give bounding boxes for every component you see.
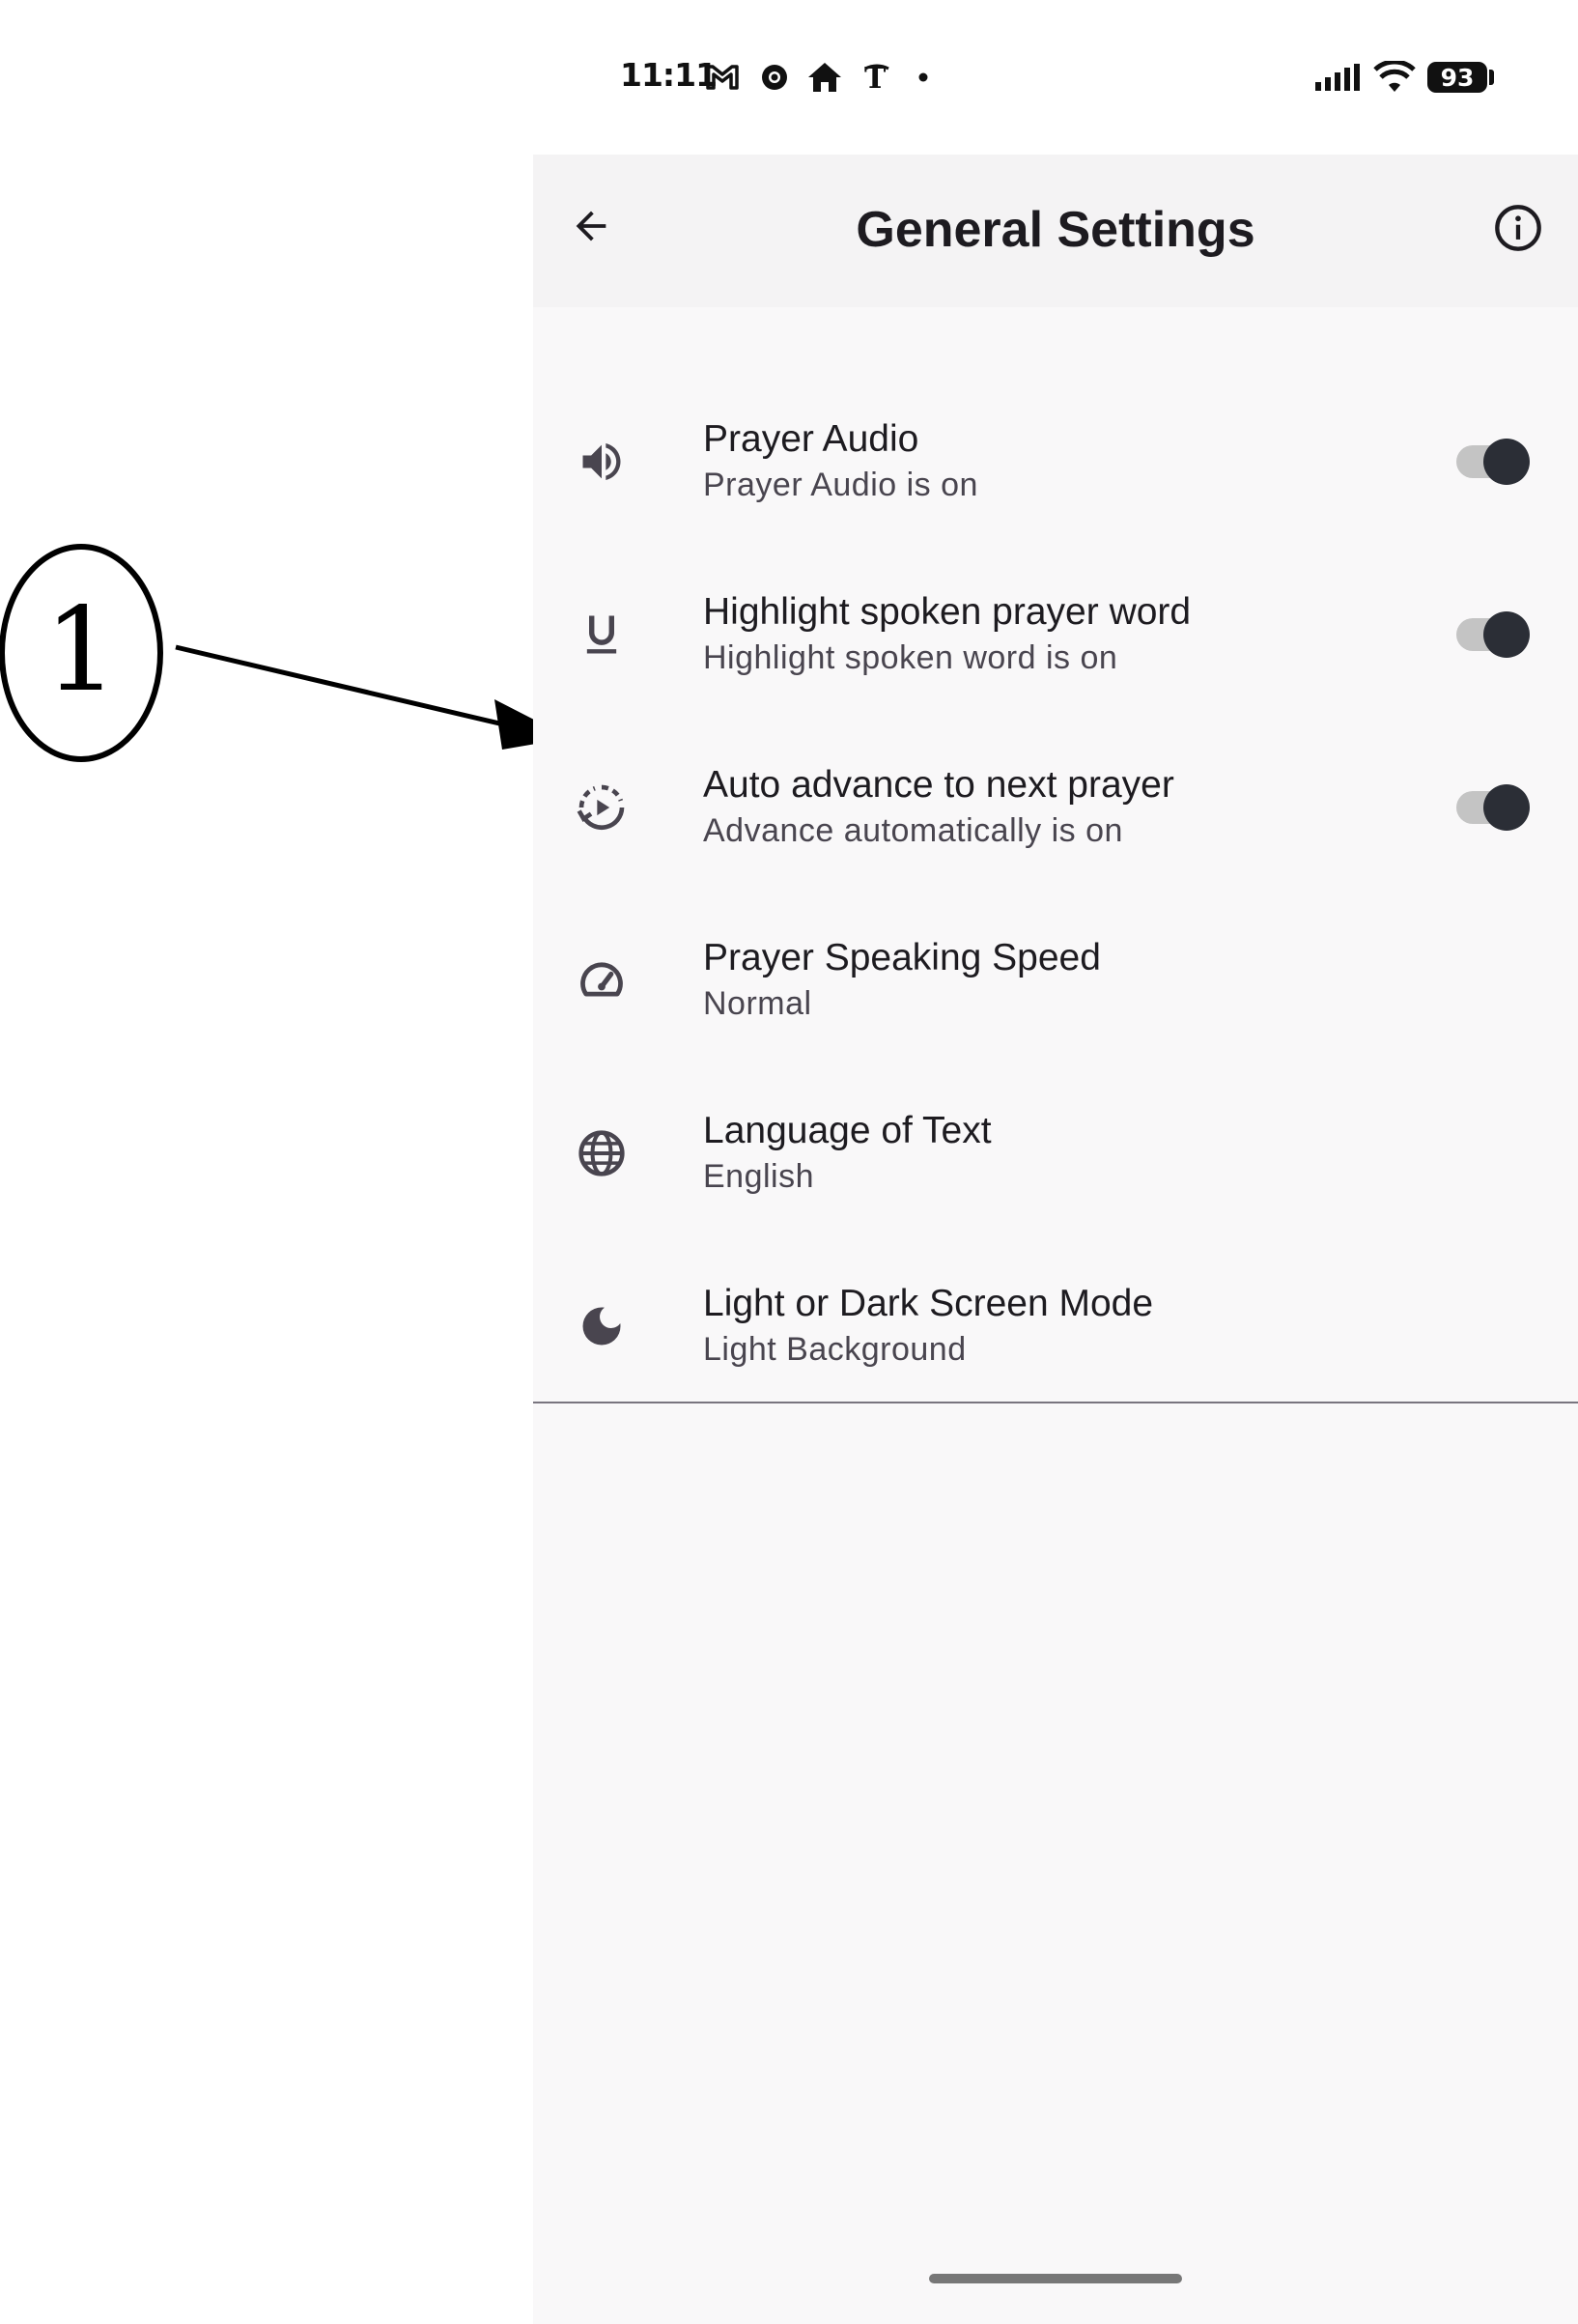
wifi-icon: [1371, 58, 1418, 97]
setting-speaking-speed[interactable]: Prayer Speaking Speed Normal: [533, 893, 1578, 1066]
status-bar: 11:11 T 93: [533, 0, 1578, 155]
setting-subtitle: Prayer Audio is on: [703, 466, 978, 503]
chrome-icon: [755, 58, 794, 97]
setting-text: Prayer Audio Prayer Audio is on: [703, 416, 978, 507]
setting-screen-mode[interactable]: Light or Dark Screen Mode Light Backgrou…: [533, 1239, 1578, 1412]
speedometer-icon: [568, 947, 635, 1014]
setting-highlight-word[interactable]: Highlight spoken prayer word Highlight s…: [533, 548, 1578, 721]
back-button[interactable]: [562, 197, 620, 255]
setting-title: Language of Text: [703, 1109, 992, 1151]
setting-auto-advance[interactable]: Auto advance to next prayer Advance auto…: [533, 721, 1578, 893]
setting-title: Prayer Audio: [703, 417, 919, 460]
setting-text: Light or Dark Screen Mode Light Backgrou…: [703, 1281, 1153, 1372]
signal-icon: [1311, 58, 1366, 97]
setting-prayer-audio[interactable]: Prayer Audio Prayer Audio is on: [533, 375, 1578, 548]
gmail-icon: [703, 58, 742, 97]
highlight-word-toggle[interactable]: [1452, 610, 1530, 659]
annotation-label: 1: [43, 583, 119, 718]
app-screen: General Settings Prayer Audio Prayer Aud…: [533, 155, 1578, 2324]
battery-level: 93: [1427, 62, 1487, 93]
auto-play-icon: [568, 774, 635, 841]
toggle-thumb: [1483, 783, 1530, 831]
home-icon: [805, 58, 844, 97]
setting-subtitle: Normal: [703, 984, 812, 1022]
globe-icon: [568, 1119, 635, 1187]
toggle-thumb: [1483, 438, 1530, 485]
setting-title: Highlight spoken prayer word: [703, 590, 1192, 633]
top-app-bar: General Settings: [533, 155, 1578, 307]
setting-text: Highlight spoken prayer word Highlight s…: [703, 589, 1191, 680]
setting-language[interactable]: Language of Text English: [533, 1066, 1578, 1239]
underline-icon: [568, 601, 635, 668]
setting-subtitle: Light Background: [703, 1330, 967, 1368]
volume-icon: [568, 428, 635, 496]
toggle-thumb: [1483, 610, 1530, 658]
moon-icon: [568, 1292, 635, 1360]
setting-title: Prayer Speaking Speed: [703, 936, 1101, 978]
dot-icon: [904, 58, 943, 97]
setting-text: Language of Text English: [703, 1108, 992, 1199]
battery-cap: [1489, 70, 1494, 85]
setting-text: Auto advance to next prayer Advance auto…: [703, 762, 1174, 853]
info-button[interactable]: [1489, 199, 1547, 257]
setting-text: Prayer Speaking Speed Normal: [703, 935, 1101, 1026]
page-title: General Settings: [856, 202, 1255, 258]
auto-advance-toggle[interactable]: [1452, 783, 1530, 832]
nytimes-icon: T: [858, 58, 896, 97]
prayer-audio-toggle[interactable]: [1452, 438, 1530, 486]
setting-title: Light or Dark Screen Mode: [703, 1282, 1154, 1324]
setting-subtitle: Highlight spoken word is on: [703, 638, 1118, 676]
list-divider: [533, 1402, 1578, 1403]
setting-subtitle: English: [703, 1157, 815, 1195]
setting-subtitle: Advance automatically is on: [703, 811, 1123, 849]
settings-list: Prayer Audio Prayer Audio is on Highligh…: [533, 375, 1578, 1412]
setting-title: Auto advance to next prayer: [703, 763, 1174, 806]
home-indicator[interactable]: [929, 2274, 1182, 2283]
arrow-back-icon: [576, 211, 606, 241]
info-icon: [1495, 205, 1541, 251]
